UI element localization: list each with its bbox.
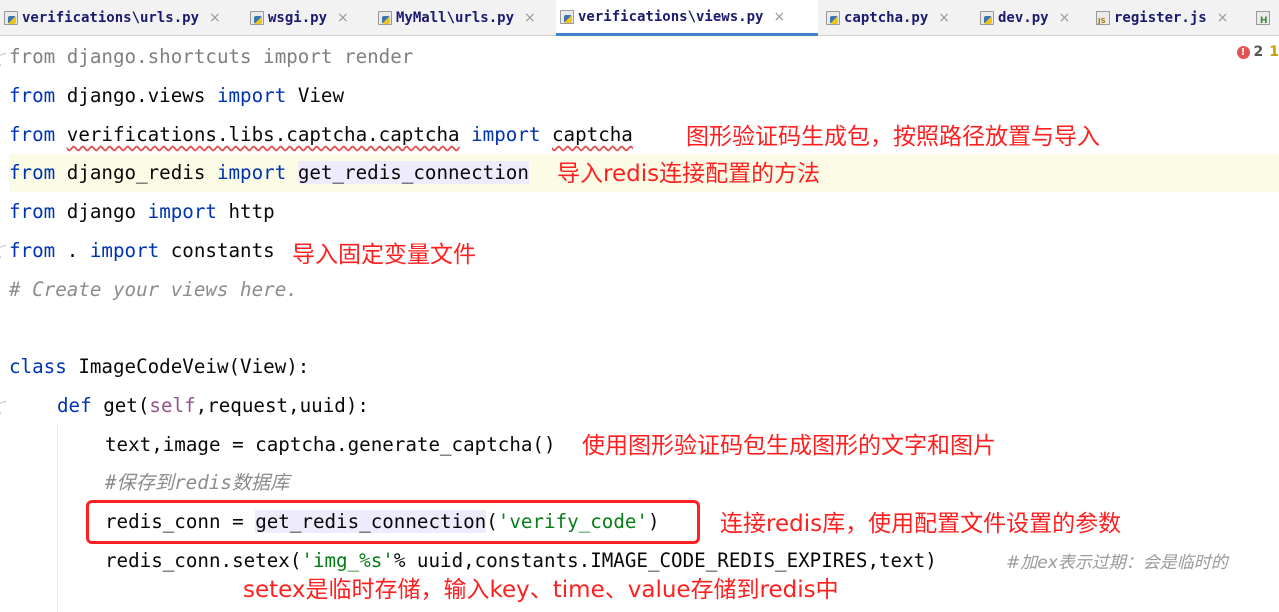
module-name: . bbox=[55, 239, 90, 262]
keyword-from: from bbox=[9, 84, 56, 107]
tab-captcha[interactable]: captcha.py × bbox=[822, 0, 972, 35]
code-statement-rest: % uuid,constants.IMAGE_CODE_REDIS_EXPIRE… bbox=[393, 549, 937, 572]
annotation-generate-captcha: 使用图形验证码包生成图形的文字和图片 bbox=[582, 433, 996, 459]
tab-verifications-views[interactable]: verifications\views.py × bbox=[556, 0, 818, 36]
code-comment: #保存到redis数据库 bbox=[105, 471, 290, 494]
code-statement: text,image = captcha.generate_captcha() bbox=[105, 433, 556, 456]
imported-name: captcha bbox=[551, 123, 633, 146]
close-icon[interactable]: × bbox=[773, 9, 785, 25]
python-file-icon bbox=[250, 10, 264, 25]
keyword-import: import bbox=[216, 161, 287, 184]
code-line-9: class ImageCodeVeiw(View): bbox=[9, 348, 1279, 386]
keyword-import: import bbox=[89, 239, 160, 262]
keyword-from: from bbox=[9, 200, 56, 223]
keyword-from: from bbox=[9, 45, 56, 68]
python-file-icon bbox=[378, 10, 392, 25]
annotation-constants: 导入固定变量文件 bbox=[292, 242, 476, 268]
annotation-setex: setex是临时存储，输入key、time、value存储到redis中 bbox=[243, 577, 839, 603]
keyword-def: def bbox=[57, 394, 92, 417]
annotation-redis-connection: 连接redis库，使用配置文件设置的参数 bbox=[720, 511, 1122, 537]
tab-label: dev.py bbox=[998, 9, 1049, 26]
module-name: django bbox=[55, 200, 148, 223]
python-file-icon bbox=[826, 10, 840, 25]
function-params: ,request,uuid): bbox=[195, 394, 369, 417]
editor-gutter bbox=[0, 36, 10, 612]
imported-name: constants bbox=[159, 239, 275, 262]
python-file-icon bbox=[4, 10, 18, 25]
tab-register-js[interactable]: register.js × bbox=[1092, 0, 1242, 35]
code-statement: redis_conn.setex( bbox=[105, 549, 302, 572]
javascript-file-icon bbox=[1096, 10, 1110, 25]
code-line-6: from . import constants bbox=[9, 232, 1279, 270]
module-name: django_redis bbox=[55, 161, 217, 184]
tab-label: register.js bbox=[1114, 9, 1207, 26]
code-line-1: from django.shortcuts import render bbox=[9, 38, 1279, 76]
import-text: django.shortcuts import render bbox=[55, 45, 414, 68]
keyword-import: import bbox=[216, 84, 287, 107]
close-icon[interactable]: × bbox=[1217, 10, 1229, 26]
self-param: self bbox=[149, 394, 196, 417]
editor-tab-bar: verifications\urls.py × wsgi.py × MyMall… bbox=[0, 0, 1279, 36]
close-icon[interactable]: × bbox=[524, 10, 536, 26]
code-line-10: def get(self,request,uuid): bbox=[9, 387, 1279, 425]
code-inline-comment: #加ex表示过期：会是临时的 bbox=[1006, 553, 1228, 573]
python-file-icon bbox=[560, 9, 574, 24]
code-line-12: #保存到redis数据库 bbox=[9, 464, 1279, 502]
code-line-2: from django.views import View bbox=[9, 77, 1279, 115]
tab-verifications-urls[interactable]: verifications\urls.py × bbox=[0, 0, 244, 35]
close-icon[interactable]: × bbox=[938, 10, 950, 26]
module-name: verifications.libs.captcha.captcha bbox=[66, 123, 460, 146]
imported-name: http bbox=[216, 200, 275, 223]
imported-name: get_redis_connection bbox=[297, 161, 529, 184]
html-file-icon bbox=[1256, 10, 1270, 26]
code-comment: # Create your views here. bbox=[9, 278, 298, 301]
function-name: get( bbox=[91, 394, 150, 417]
keyword-import: import bbox=[147, 200, 217, 223]
keyword-class: class bbox=[9, 355, 67, 378]
close-icon[interactable]: × bbox=[209, 10, 221, 26]
keyword-import: import bbox=[471, 123, 541, 146]
close-icon[interactable]: × bbox=[1059, 10, 1071, 26]
close-icon[interactable]: × bbox=[337, 10, 349, 26]
annotation-captcha: 图形验证码生成包，按照路径放置与导入 bbox=[686, 124, 1100, 150]
tab-html-file[interactable] bbox=[1252, 0, 1279, 35]
module-name: django.views bbox=[55, 84, 217, 107]
string-literal: 'img_%s' bbox=[301, 549, 394, 572]
tab-mymall-urls[interactable]: MyMall\urls.py × bbox=[374, 0, 554, 35]
tab-label: captcha.py bbox=[844, 9, 929, 26]
imported-name: View bbox=[286, 84, 345, 107]
keyword-from: from bbox=[9, 123, 56, 146]
tab-label: MyMall\urls.py bbox=[396, 9, 515, 26]
annotation-redis-import: 导入redis连接配置的方法 bbox=[557, 161, 821, 187]
python-file-icon bbox=[980, 10, 994, 25]
tab-label: verifications\urls.py bbox=[22, 9, 200, 26]
highlight-box bbox=[86, 500, 700, 544]
keyword-from: from bbox=[9, 161, 56, 184]
class-declaration: ImageCodeVeiw(View): bbox=[66, 355, 310, 378]
tab-label: wsgi.py bbox=[268, 9, 328, 26]
tab-dev[interactable]: dev.py × bbox=[976, 0, 1086, 35]
keyword-from: from bbox=[9, 239, 56, 262]
tab-wsgi[interactable]: wsgi.py × bbox=[246, 0, 368, 35]
code-line-7: # Create your views here. bbox=[9, 271, 1279, 309]
tab-label: verifications\views.py bbox=[578, 8, 764, 25]
code-line-5: from django import http bbox=[9, 193, 1279, 231]
